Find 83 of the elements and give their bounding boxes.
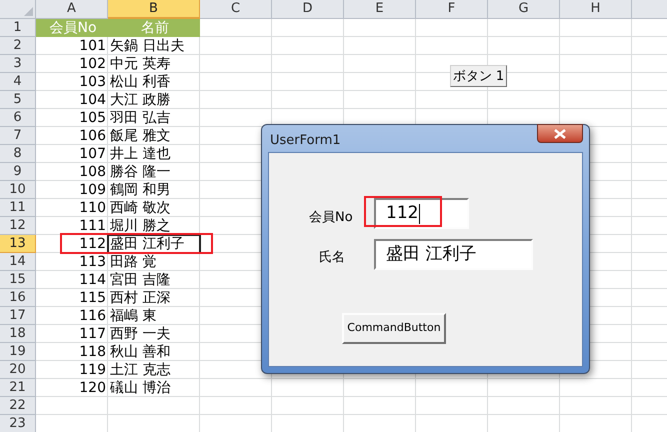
row-header[interactable]: 20 [0,361,36,379]
table-cell-text: 105 [78,109,107,127]
row-header[interactable]: 8 [0,145,36,163]
row-header[interactable]: 21 [0,379,36,397]
field-label: 氏名 [319,249,345,267]
text-field[interactable]: 盛田 江利子 [374,239,533,270]
table-cell-text: 116 [78,307,107,325]
row-header[interactable]: 4 [0,73,36,91]
table-cell-text: 109 [78,181,107,199]
table-cell-text: 大江 政勝 [109,91,172,109]
column-header[interactable]: C [200,0,272,19]
table-cell-text: 101 [78,37,107,55]
select-all-corner[interactable] [0,0,36,19]
column-header[interactable]: H [560,0,632,19]
table-cell: 会員No [36,19,108,37]
command-button[interactable]: CommandButton [342,313,446,344]
row-header[interactable]: 17 [0,307,36,325]
table-cell-text: 宮田 吉隆 [109,271,172,289]
row-header[interactable]: 10 [0,181,36,199]
table-cell: 名前 [108,19,200,37]
row-header[interactable]: 11 [0,199,36,217]
sheet-button[interactable]: ボタン 1 [450,65,507,87]
table-cell-text: 117 [78,325,107,343]
table-cell-text: 堀川 勝之 [109,217,172,235]
row-header[interactable]: 6 [0,109,36,127]
table-cell-text: 中元 英寿 [109,55,172,73]
field-label: 会員No [309,209,353,227]
close-icon [554,128,566,138]
column-header[interactable]: A [36,0,108,19]
row-header[interactable]: 14 [0,253,36,271]
table-cell-text: 107 [78,145,107,163]
table-cell-text: 矢鍋 日出夫 [109,37,186,55]
table-cell-text: 飯尾 雅文 [109,127,172,145]
row-header[interactable]: 3 [0,55,36,73]
table-cell-text: 104 [78,91,107,109]
table-cell-text: 112 [78,235,107,253]
row-header[interactable]: 1 [0,19,36,37]
column-header[interactable]: F [416,0,488,19]
table-cell-text: 土江 克志 [109,361,172,379]
table-cell-text: 111 [78,217,107,235]
table-cell-text: 118 [78,343,107,361]
table-cell-text: 松山 利香 [109,73,172,91]
row-header[interactable]: 18 [0,325,36,343]
column-header[interactable]: B [108,0,200,19]
window-title: UserForm1 [270,132,341,150]
table-cell-text: 102 [78,55,107,73]
row-header[interactable]: 7 [0,127,36,145]
table-cell-text: 西村 正深 [109,289,172,307]
table-cell-text: 礒山 博治 [109,379,172,397]
table-cell-text: 115 [78,289,107,307]
table-cell-text: 西野 一夫 [109,325,172,343]
table-cell-text: 120 [78,379,107,397]
table-cell-text: 108 [78,163,107,181]
column-header[interactable] [632,0,667,19]
table-cell-text: 秋山 善和 [109,343,172,361]
row-header[interactable]: 9 [0,163,36,181]
table-cell-text: 114 [78,271,107,289]
table-cell-text: 119 [78,361,107,379]
table-cell-text: 鶴岡 和男 [109,181,172,199]
table-cell-text: 西崎 敬次 [109,199,172,217]
row-header[interactable]: 19 [0,343,36,361]
column-header[interactable]: D [272,0,344,19]
table-cell-text: 勝谷 隆一 [109,163,172,181]
row-header[interactable]: 22 [0,397,36,415]
table-cell-text: 113 [78,253,107,271]
row-header[interactable]: 13 [0,235,36,253]
row-header[interactable]: 5 [0,91,36,109]
row-header[interactable]: 15 [0,271,36,289]
table-cell-text: 井上 達也 [109,145,172,163]
table-cell-text: 110 [78,199,107,217]
row-header[interactable]: 12 [0,217,36,235]
table-cell-text: 福嶋 東 [109,307,158,325]
column-header[interactable]: G [488,0,560,19]
table-cell-text: 103 [78,73,107,91]
text-field[interactable]: 112 [374,198,469,229]
table-cell-text: 田路 覚 [109,253,158,271]
row-header[interactable]: 2 [0,37,36,55]
row-header[interactable]: 23 [0,415,36,432]
column-header[interactable]: E [344,0,416,19]
close-button[interactable] [537,124,583,143]
row-header[interactable]: 16 [0,289,36,307]
table-cell-text: 106 [78,127,107,145]
table-cell-text: 羽田 弘吉 [109,109,172,127]
